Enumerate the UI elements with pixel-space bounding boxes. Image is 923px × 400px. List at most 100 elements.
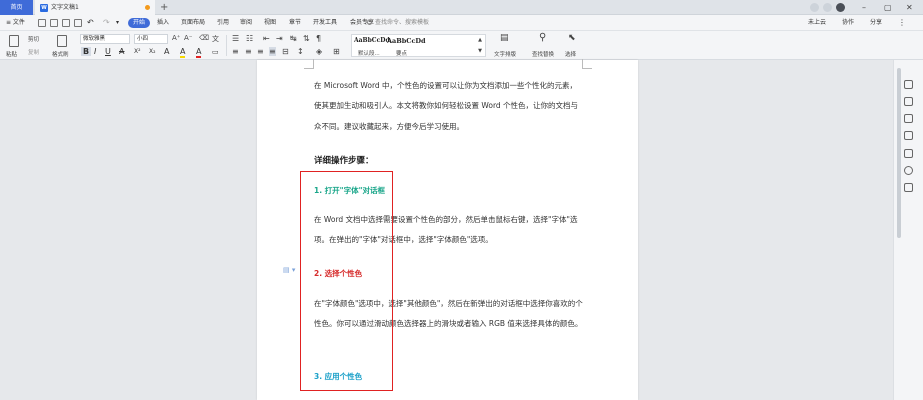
highlight-button[interactable]: A [180, 47, 186, 58]
crop-mark [304, 59, 314, 69]
subscript-button[interactable]: X₂ [149, 48, 156, 55]
style-normal-label: 默认段... [358, 51, 380, 57]
shrink-font-icon[interactable]: A⁻ [184, 34, 192, 42]
close-button[interactable]: ✕ [906, 0, 913, 15]
export-pdf-icon[interactable] [50, 19, 58, 27]
select-button[interactable]: 选择 [565, 50, 576, 58]
sort-icon[interactable]: ⇅ [303, 34, 310, 43]
strikethrough-button[interactable]: A [119, 47, 124, 56]
pen-icon[interactable] [904, 97, 913, 106]
pointer-icon[interactable] [904, 114, 913, 123]
file-menu[interactable]: ≡ 文件 [6, 15, 25, 31]
adjust-icon[interactable] [904, 131, 913, 140]
bullet-list-icon[interactable]: ☰ [232, 34, 239, 43]
style-scroll-up-icon[interactable]: ▲ [478, 37, 482, 43]
bold-button[interactable]: B [81, 47, 92, 56]
layout-icon[interactable] [810, 3, 819, 12]
borders-icon[interactable]: ⊞ [333, 47, 340, 56]
tab-document[interactable]: W 文字文稿1 [35, 0, 155, 15]
ribbon-toolbar: 粘贴 剪切 复制 格式刷 微软雅黑 小四 A⁺ A⁻ ⌫ 文 B I U A X… [0, 31, 923, 60]
menu-tab-home[interactable]: 开始 [128, 18, 151, 28]
justify-icon[interactable]: ≡ [269, 47, 276, 56]
text-effect-button[interactable]: A [164, 47, 169, 56]
font-size-select[interactable]: 小四 [134, 34, 168, 44]
pin-icon[interactable] [904, 80, 913, 89]
increase-indent-icon[interactable]: ⇥ [276, 34, 283, 43]
redo-icon[interactable]: ↷ [103, 15, 110, 31]
find-replace-icon[interactable]: ⚲ [539, 32, 546, 43]
decrease-indent-icon[interactable]: ⇤ [263, 34, 270, 43]
minimize-button[interactable]: – [862, 0, 866, 15]
style-gallery: AaBbCcDd AaBbCcDd 默认段... 要点 ▲ ▼ [351, 34, 486, 57]
grid-icon[interactable] [823, 3, 832, 12]
underline-button[interactable]: U [105, 47, 111, 56]
cut-button[interactable]: 剪切 [28, 35, 39, 43]
side-tool-panel [893, 60, 923, 400]
style-heading-label: 要点 [396, 51, 408, 57]
italic-button[interactable]: I [94, 47, 96, 56]
highlight-box [300, 171, 393, 391]
shading-icon[interactable]: ◈ [316, 47, 322, 56]
clear-format-icon[interactable]: ⌫ [199, 34, 209, 42]
select-cursor-icon[interactable]: ⬉ [568, 33, 576, 43]
show-marks-icon[interactable]: ¶ [316, 34, 321, 43]
cloud-status-button[interactable]: 未上云 [808, 15, 826, 31]
writer-doc-icon: W [40, 4, 48, 12]
char-border-icon[interactable]: ▭ [212, 48, 219, 56]
separator [226, 35, 227, 56]
find-replace-button[interactable]: 查找替换 [532, 50, 554, 58]
paste-label: 粘贴 [6, 52, 18, 58]
text-layout-button[interactable]: 文字排版 [494, 50, 516, 58]
text-direction-icon[interactable]: ↹ [290, 34, 297, 43]
unsaved-dot-icon[interactable] [145, 5, 150, 10]
copy-button[interactable]: 复制 [28, 48, 39, 56]
image-icon[interactable] [904, 149, 913, 158]
font-color-button[interactable]: A [196, 47, 202, 58]
avatar[interactable] [836, 3, 845, 12]
tab-document-title: 文字文稿1 [51, 4, 79, 11]
save-icon[interactable] [38, 19, 46, 27]
print-preview-icon[interactable] [74, 19, 82, 27]
line-spacing-icon[interactable]: ↕ [297, 47, 304, 56]
numbered-list-icon[interactable]: ☷ [246, 34, 253, 43]
restore-button[interactable]: ▢ [884, 0, 892, 15]
format-painter-label: 格式刷 [52, 52, 69, 58]
style-normal-sample[interactable]: AaBbCcDd [354, 37, 390, 44]
menu-tab-developer[interactable]: 开发工具 [313, 15, 337, 31]
style-heading-sample[interactable]: AaBbCcDd [387, 37, 426, 45]
location-icon[interactable] [904, 166, 913, 175]
collaborate-button[interactable]: 协作 [842, 15, 854, 31]
print-icon[interactable] [62, 19, 70, 27]
paragraph-handle-icon[interactable]: ▤ ▾ [283, 266, 295, 274]
vertical-scrollbar[interactable] [897, 68, 901, 238]
more-options-icon[interactable]: ⋮ [898, 15, 906, 31]
superscript-button[interactable]: X² [134, 48, 141, 55]
format-painter-icon[interactable] [57, 35, 67, 47]
quick-access-more-icon[interactable]: ▾ [116, 15, 119, 31]
menu-tab-chapter[interactable]: 章节 [289, 15, 301, 31]
align-left-icon[interactable]: ≡ [232, 47, 239, 56]
pinyin-icon[interactable]: 文 [212, 34, 219, 44]
crop-mark [582, 59, 592, 69]
document-page[interactable]: 在 Microsoft Word 中，个性色的设置可以让你为文档添加一些个性化的… [257, 59, 638, 400]
align-center-icon[interactable]: ≡ [245, 47, 252, 56]
command-search[interactable]: 查找命令、搜索模板 [365, 18, 465, 28]
tab-home[interactable]: 首页 [0, 0, 33, 15]
menu-bar: ≡ 文件 ↶ ↷ ▾ 开始 插入 页面布局 引用 审阅 视图 章节 开发工具 会… [0, 15, 923, 31]
menu-tab-insert[interactable]: 插入 [157, 15, 169, 31]
share-panel-icon[interactable] [904, 183, 913, 192]
paste-icon[interactable] [9, 35, 19, 47]
text-layout-icon[interactable]: ▤ [500, 33, 509, 43]
distribute-icon[interactable]: ⊟ [282, 47, 289, 56]
menu-tab-page-layout[interactable]: 页面布局 [181, 15, 205, 31]
new-tab-button[interactable]: + [160, 0, 168, 15]
menu-tab-view[interactable]: 视图 [264, 15, 276, 31]
menu-tab-review[interactable]: 审阅 [240, 15, 252, 31]
undo-icon[interactable]: ↶ [87, 15, 94, 31]
grow-font-icon[interactable]: A⁺ [172, 34, 180, 42]
style-scroll-down-icon[interactable]: ▼ [478, 48, 482, 54]
share-button[interactable]: 分享 [870, 15, 882, 31]
font-name-select[interactable]: 微软雅黑 [80, 34, 130, 44]
align-right-icon[interactable]: ≡ [257, 47, 264, 56]
menu-tab-references[interactable]: 引用 [217, 15, 229, 31]
